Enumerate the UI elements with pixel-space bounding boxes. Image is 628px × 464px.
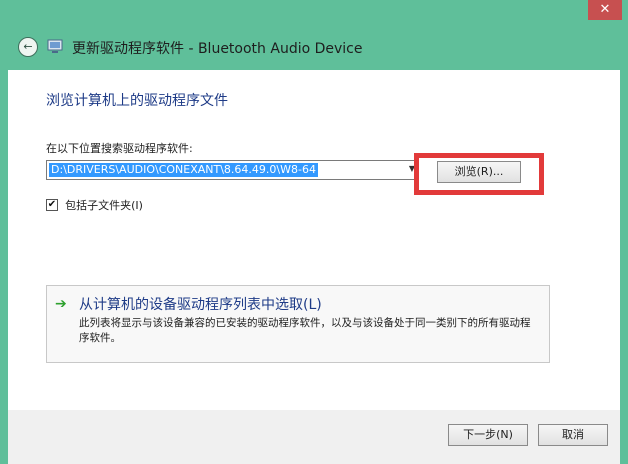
pick-option-title[interactable]: 从计算机的设备驱动程序列表中选取(L) <box>79 294 322 314</box>
pick-option-description: 此列表将显示与该设备兼容的已安装的驱动程序软件，以及与该设备处于同一类别下的所有… <box>79 317 531 344</box>
path-input[interactable]: D:\DRIVERS\AUDIO\CONEXANT\8.64.49.0\W8-6… <box>49 163 318 177</box>
annotation-highlight <box>414 153 544 195</box>
path-label: 在以下位置搜索驱动程序软件: <box>46 142 193 155</box>
wizard-footer: 下一步(N) 取消 <box>8 410 620 464</box>
pick-from-list-option[interactable]: ➔ 从计算机的设备驱动程序列表中选取(L) 此列表将显示与该设备兼容的已安装的驱… <box>46 285 550 363</box>
path-combobox[interactable]: D:\DRIVERS\AUDIO\CONEXANT\8.64.49.0\W8-6… <box>46 160 418 180</box>
close-button[interactable]: ✕ <box>588 0 622 20</box>
cancel-button[interactable]: 取消 <box>538 424 608 446</box>
wizard-content: 浏览计算机上的驱动程序文件 在以下位置搜索驱动程序软件: D:\DRIVERS\… <box>8 70 620 410</box>
include-subfolders-row[interactable]: ✔ 包括子文件夹(I) <box>46 194 143 212</box>
include-subfolders-checkbox[interactable]: ✔ <box>46 198 58 211</box>
device-manager-icon <box>47 39 63 53</box>
section-title: 浏览计算机上的驱动程序文件 <box>46 93 228 109</box>
wizard-header: ← 更新驱动程序软件 - Bluetooth Audio Device <box>8 30 620 70</box>
update-driver-window: ✕ ← 更新驱动程序软件 - Bluetooth Audio Device 浏览… <box>0 0 628 464</box>
back-button[interactable]: ← <box>18 37 38 57</box>
arrow-right-icon: ➔ <box>55 296 67 312</box>
next-button[interactable]: 下一步(N) <box>448 424 528 446</box>
include-subfolders-label: 包括子文件夹(I) <box>65 198 143 212</box>
window-title: 更新驱动程序软件 - Bluetooth Audio Device <box>72 41 363 57</box>
